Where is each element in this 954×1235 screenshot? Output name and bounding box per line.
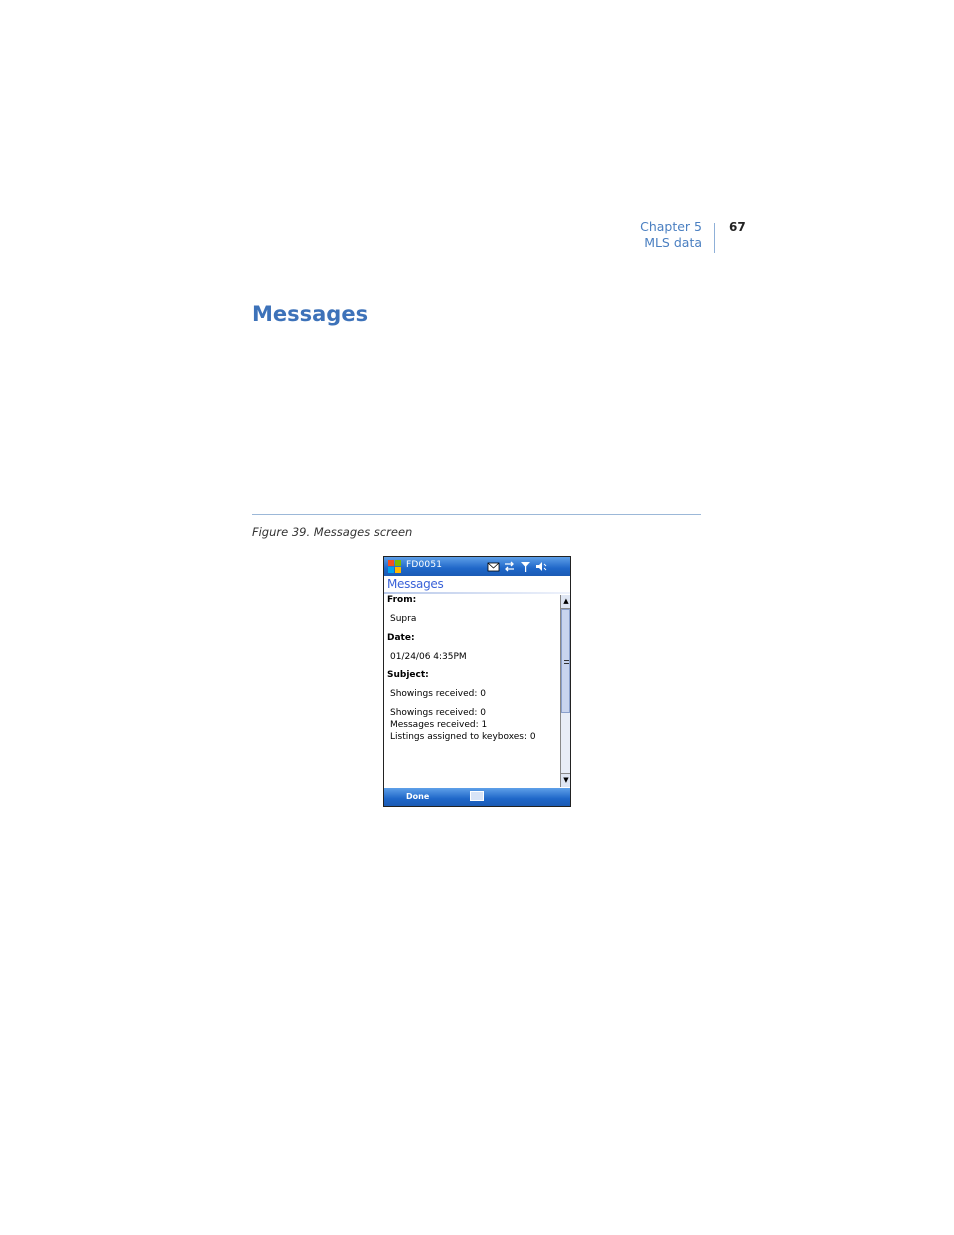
date-label: Date:	[387, 633, 415, 643]
title-underline	[384, 592, 570, 594]
device-name: FD0051	[406, 560, 443, 570]
section-title: Messages	[252, 302, 369, 326]
subject-label: Subject:	[387, 670, 429, 680]
signal-antenna-icon[interactable]	[519, 560, 532, 573]
running-header: Chapter 5 MLS data	[640, 219, 702, 251]
body-line: Showings received: 0	[390, 708, 486, 718]
windows-flag-icon[interactable]	[387, 559, 402, 574]
device-screenshot: FD0051 Messages From: Supra Date: 01/24/…	[383, 556, 571, 807]
speaker-muted-icon[interactable]	[535, 560, 548, 573]
scroll-up-icon[interactable]: ▲	[561, 595, 570, 609]
header-divider	[714, 223, 715, 253]
subject-value: Showings received: 0	[390, 689, 486, 699]
horizontal-rule	[252, 514, 701, 515]
body-line: Listings assigned to keyboxes: 0	[390, 732, 536, 742]
scroll-down-icon[interactable]: ▼	[561, 773, 570, 787]
vertical-scrollbar[interactable]: ▲ ▼	[560, 595, 570, 787]
page-number: 67	[729, 220, 746, 234]
chapter-label: Chapter 5	[640, 219, 702, 234]
app-title: Messages	[387, 577, 444, 591]
date-value: 01/24/06 4:35PM	[390, 652, 467, 662]
menu-bar: Done	[384, 788, 570, 806]
body-line: Messages received: 1	[390, 720, 488, 730]
device-title-bar: FD0051	[384, 557, 570, 576]
figure-caption: Figure 39. Messages screen	[252, 525, 413, 539]
keyboard-icon[interactable]	[470, 791, 484, 801]
section-label: MLS data	[644, 235, 702, 250]
done-button[interactable]: Done	[406, 792, 429, 801]
from-value: Supra	[390, 614, 417, 624]
envelope-icon[interactable]	[487, 560, 500, 573]
grip-icon	[564, 660, 569, 661]
from-label: From:	[387, 595, 417, 605]
sync-arrows-icon[interactable]	[503, 560, 516, 573]
scroll-thumb[interactable]	[561, 609, 570, 713]
